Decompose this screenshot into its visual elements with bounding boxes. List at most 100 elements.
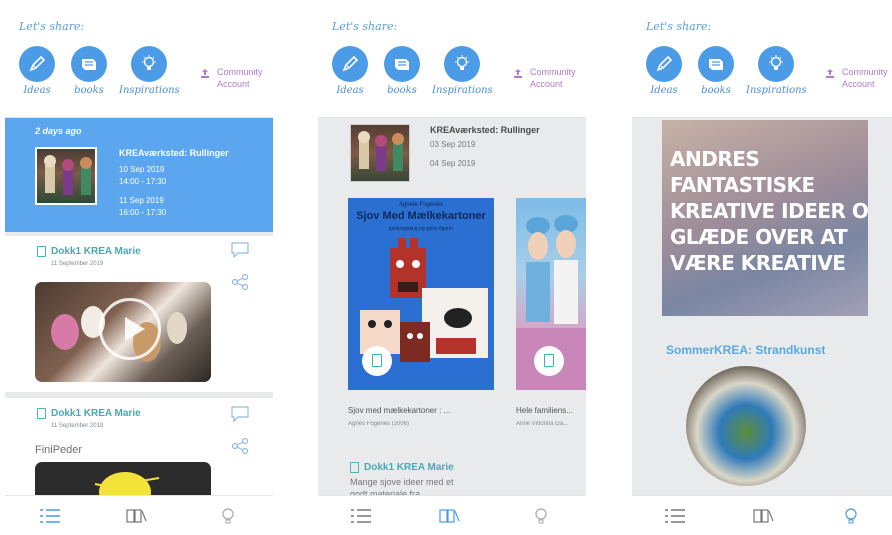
book-icon: [698, 46, 734, 82]
post-caption: FiniPeder: [35, 444, 83, 456]
inspiration-text-line: VÆRE KREATIVE: [670, 251, 846, 275]
post-author: Dokk1 KREA Marie: [51, 246, 141, 257]
event-date-2: 11 Sep 2019: [119, 196, 164, 205]
event-date-1: 03 Sep 2019: [430, 140, 476, 149]
book-author: Anne Vittorina Ga...: [516, 421, 569, 427]
tab-bar: [5, 495, 273, 535]
book-icon: [384, 46, 420, 82]
event-thumbnail[interactable]: [350, 124, 410, 182]
lightbulb-icon[interactable]: [530, 507, 552, 525]
book-name: Sjov med mælkekartoner : ...: [348, 406, 451, 415]
list-icon[interactable]: [350, 507, 372, 525]
event-time-2: 16:00 - 17:30: [119, 208, 167, 217]
pencil-icon: [332, 46, 368, 82]
event-ago: 2 days ago: [35, 126, 82, 136]
tab-bar: [632, 495, 892, 535]
inspirations-button[interactable]: Inspirations: [119, 46, 180, 96]
inspiration-title[interactable]: SommerKREA: Strandkunst: [666, 343, 825, 357]
post-text-line-1: Mange sjove ideer med et: [350, 477, 454, 487]
books-label: books: [701, 85, 731, 96]
lets-share-label: Let's share:: [19, 20, 85, 33]
books-icon[interactable]: [125, 507, 147, 525]
book-cover[interactable]: Agnete Fogenes Sjov Med Mælkekartoner ge…: [348, 198, 494, 390]
lightbulb-icon: [444, 46, 480, 82]
inspirations-button[interactable]: Inspirations: [432, 46, 493, 96]
event-thumbnail: [35, 147, 97, 205]
share-header: Let's share: Ideas books Inspirations Co…: [5, 0, 273, 118]
community-account-link[interactable]: Community Account: [201, 66, 263, 90]
inspirations-label: Inspirations: [432, 85, 493, 96]
lightbulb-icon: [131, 46, 167, 82]
lightbulb-icon[interactable]: [217, 507, 239, 525]
pencil-icon: [646, 46, 682, 82]
book-icon: [71, 46, 107, 82]
community-account-link[interactable]: Community Account: [826, 66, 888, 90]
books-button[interactable]: books: [372, 46, 432, 96]
inspiration-text-line: ANDRES: [670, 147, 760, 171]
inspirations-button[interactable]: Inspirations: [746, 46, 807, 96]
lets-share-label: Let's share:: [646, 20, 712, 33]
books-icon[interactable]: [752, 507, 774, 525]
video-player[interactable]: [35, 282, 211, 382]
share-icon[interactable]: [231, 274, 249, 290]
upload-icon: [826, 69, 834, 78]
comment-icon[interactable]: [231, 406, 249, 422]
event-time-1: 14:00 - 17:30: [119, 177, 167, 186]
post-author: Dokk1 KREA Marie: [364, 462, 454, 473]
ideas-label: Ideas: [650, 85, 678, 96]
inspiration-text-line: FANTASTISKE: [670, 173, 815, 197]
event-title: KREAværksted: Rullinger: [119, 148, 229, 158]
ideas-button[interactable]: Ideas: [634, 46, 694, 96]
ideas-button[interactable]: Ideas: [320, 46, 380, 96]
list-icon[interactable]: [664, 507, 686, 525]
event-card[interactable]: 2 days ago KREAværksted: Rullinger 10 Se…: [5, 118, 273, 232]
inspirations-label: Inspirations: [119, 85, 180, 96]
book-icon: [37, 408, 46, 419]
post-date: 11 September 2019: [51, 423, 104, 429]
play-icon[interactable]: [99, 298, 161, 360]
book-badge-icon: [362, 346, 392, 376]
inspirations-screen: Let's share: Ideas books Inspirations Co…: [632, 0, 892, 535]
books-screen: Let's share: Ideas books Inspirations Co…: [318, 0, 586, 535]
inspiration-photo[interactable]: [686, 366, 806, 486]
share-header: Let's share: Ideas books Inspirations Co…: [632, 0, 892, 118]
lightbulb-icon[interactable]: [840, 507, 862, 525]
ideas-label: Ideas: [23, 85, 51, 96]
community-label: Community: [217, 67, 263, 77]
books-button[interactable]: books: [59, 46, 119, 96]
share-header: Let's share: Ideas books Inspirations Co…: [318, 0, 586, 118]
feed-screen: Let's share: Ideas books Inspirations Co…: [5, 0, 273, 535]
book-author: Agnes Fogenes (2006): [348, 421, 410, 427]
feed-post[interactable]: Dokk1 KREA Marie 11 September 2019 FiniP…: [5, 398, 273, 502]
community-account-link[interactable]: Community Account: [514, 66, 576, 90]
event-title: KREAværksted: Rullinger: [430, 125, 540, 135]
event-date-1: 10 Sep 2019: [119, 165, 165, 174]
book-name: Hele familiens...: [516, 406, 573, 415]
post-date: 11 September 2019: [51, 261, 104, 267]
book-icon: [350, 462, 359, 473]
account-label: Account: [842, 79, 875, 89]
inspiration-text-line: KREATIVE IDEER OG: [670, 199, 868, 223]
ideas-label: Ideas: [336, 85, 364, 96]
account-label: Account: [530, 79, 563, 89]
event-date-2: 04 Sep 2019: [430, 159, 476, 168]
list-icon[interactable]: [39, 507, 61, 525]
app-screenshots: Let's share: Ideas books Inspirations Co…: [0, 0, 892, 535]
ideas-button[interactable]: Ideas: [7, 46, 67, 96]
books-label: books: [387, 85, 417, 96]
books-label: books: [74, 85, 104, 96]
upload-icon: [514, 69, 522, 78]
book-cover[interactable]: [516, 198, 586, 390]
comment-icon[interactable]: [231, 242, 249, 258]
lightbulb-icon: [758, 46, 794, 82]
books-icon[interactable]: [438, 507, 460, 525]
feed-post[interactable]: Dokk1 KREA Marie 11 September 2019: [5, 236, 273, 392]
community-label: Community: [530, 67, 576, 77]
upload-icon: [201, 69, 209, 78]
pencil-icon: [19, 46, 55, 82]
book-icon: [37, 246, 46, 257]
community-label: Community: [842, 67, 888, 77]
inspiration-card[interactable]: ANDRES FANTASTISKE KREATIVE IDEER OG GLÆ…: [662, 120, 868, 316]
books-button[interactable]: books: [686, 46, 746, 96]
share-icon[interactable]: [231, 438, 249, 454]
